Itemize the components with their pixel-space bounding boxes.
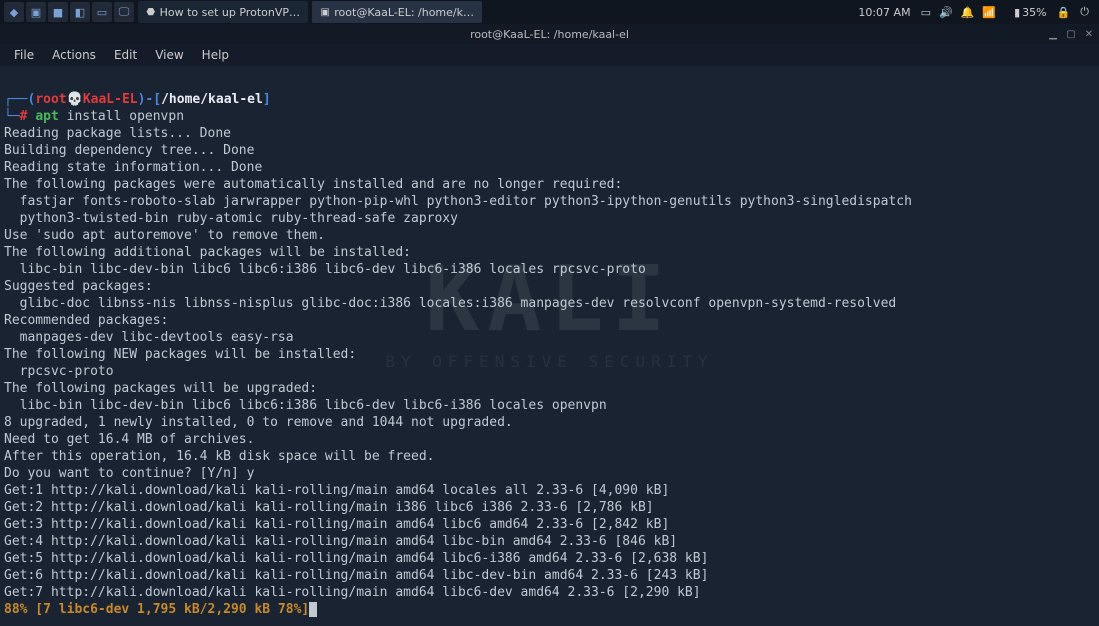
tab-label: root@KaaL-EL: /home/k…: [334, 6, 474, 19]
menubar: FileActionsEditViewHelp: [0, 44, 1099, 66]
menu-file[interactable]: File: [6, 46, 42, 64]
prompt-bracket: )-[: [138, 92, 161, 107]
tray-icon-3[interactable]: 📶: [982, 6, 996, 19]
taskbar-tab-0[interactable]: ⬣ How to set up ProtonVP…: [138, 1, 308, 23]
launcher-icon-1[interactable]: ▣: [26, 2, 46, 22]
output-lines: Reading package lists... Done Building d…: [4, 125, 1095, 601]
tray-icon-1[interactable]: 🔊: [939, 6, 953, 19]
skull-icon: 💀: [67, 92, 83, 107]
prompt-corner: ┌──(: [4, 92, 35, 107]
window-title: root@KaaL-EL: /home/kaal-el: [470, 28, 629, 41]
menu-edit[interactable]: Edit: [106, 46, 145, 64]
terminal-output[interactable]: ┌──(root💀KaaL-EL)-[/home/kaal-el] └─# ap…: [0, 66, 1099, 626]
lock-icon[interactable]: 🔒: [1057, 6, 1071, 19]
power-icon[interactable]: ⏻: [1080, 5, 1089, 19]
command-bin: apt: [35, 109, 58, 124]
launcher-icon-2[interactable]: ■: [48, 2, 68, 22]
menu-actions[interactable]: Actions: [44, 46, 104, 64]
tab-label: How to set up ProtonVP…: [160, 6, 300, 19]
prompt-user: root: [35, 92, 66, 107]
download-progress: 88% [7 libc6-dev 1,795 kB/2,290 kB 78%]: [4, 602, 309, 617]
prompt-host: KaaL-EL: [83, 92, 138, 107]
maximize-button[interactable]: ▢: [1065, 28, 1077, 40]
tray-icon-2[interactable]: 🔔: [961, 6, 975, 19]
launcher-icon-5[interactable]: 🖵: [114, 2, 134, 22]
window-titlebar: root@KaaL-EL: /home/kaal-el ▁ ▢ ✕: [0, 24, 1099, 44]
minimize-button[interactable]: ▁: [1047, 28, 1059, 40]
command-args: install openvpn: [59, 109, 184, 124]
taskbar-tab-1[interactable]: ▣ root@KaaL-EL: /home/k…: [312, 1, 482, 23]
prompt-corner2: └─: [4, 109, 20, 124]
cursor: [309, 602, 317, 617]
launcher-icon-3[interactable]: ◧: [70, 2, 90, 22]
prompt-path: /home/kaal-el: [161, 92, 263, 107]
system-topbar: ◆▣■◧▭🖵 ⬣How to set up ProtonVP…▣root@Kaa…: [0, 0, 1099, 24]
menu-view[interactable]: View: [147, 46, 191, 64]
launcher-tray: ◆▣■◧▭🖵: [0, 2, 134, 22]
tab-favicon: ▣: [320, 5, 330, 19]
battery-percent: ▮35%: [1014, 6, 1047, 19]
tab-favicon: ⬣: [146, 5, 156, 19]
close-button[interactable]: ✕: [1083, 28, 1095, 40]
prompt-hash: #: [20, 109, 28, 124]
menu-help[interactable]: Help: [194, 46, 237, 64]
launcher-icon-0[interactable]: ◆: [4, 2, 24, 22]
system-tray: 10:07 AM ▭ 🔊 🔔 📶 ▮35% 🔒 ⏻: [858, 5, 1099, 19]
clock: 10:07 AM: [858, 6, 910, 19]
launcher-icon-4[interactable]: ▭: [92, 2, 112, 22]
tray-icon-0[interactable]: ▭: [921, 6, 931, 19]
prompt-end: ]: [263, 92, 271, 107]
